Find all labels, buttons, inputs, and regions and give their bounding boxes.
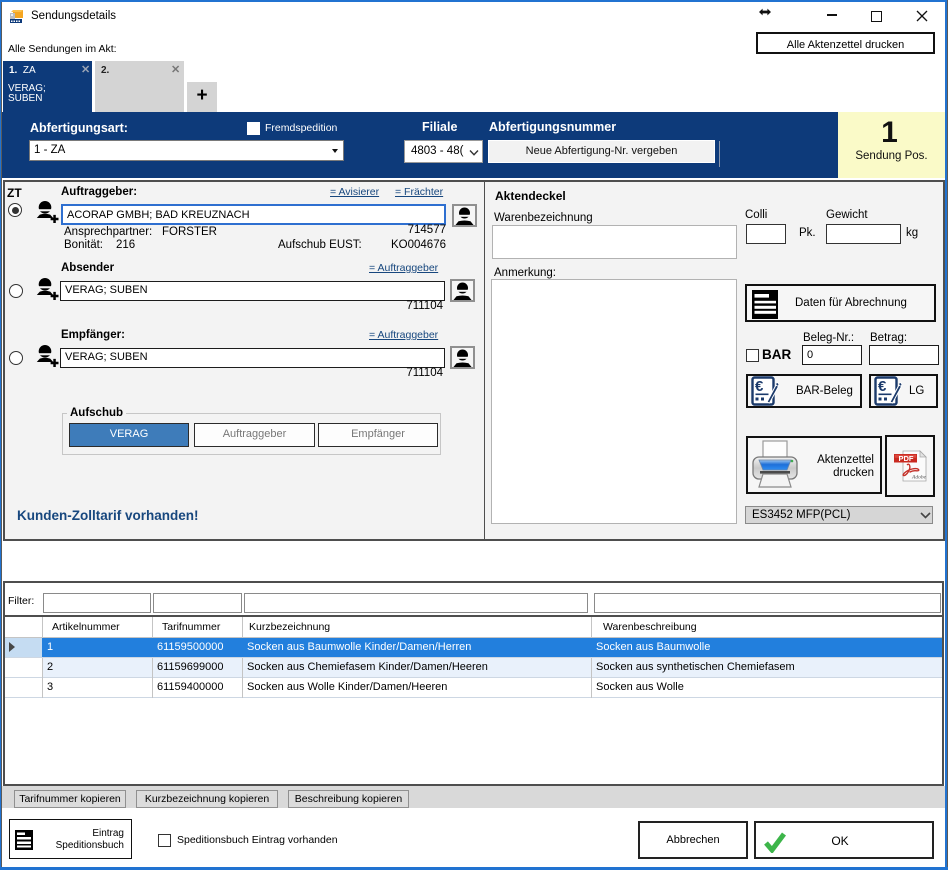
- svg-text:PDF: PDF: [899, 454, 914, 463]
- svg-text:€: €: [878, 378, 887, 395]
- svg-text:€: €: [755, 378, 764, 395]
- svg-text:Adobe: Adobe: [911, 475, 927, 481]
